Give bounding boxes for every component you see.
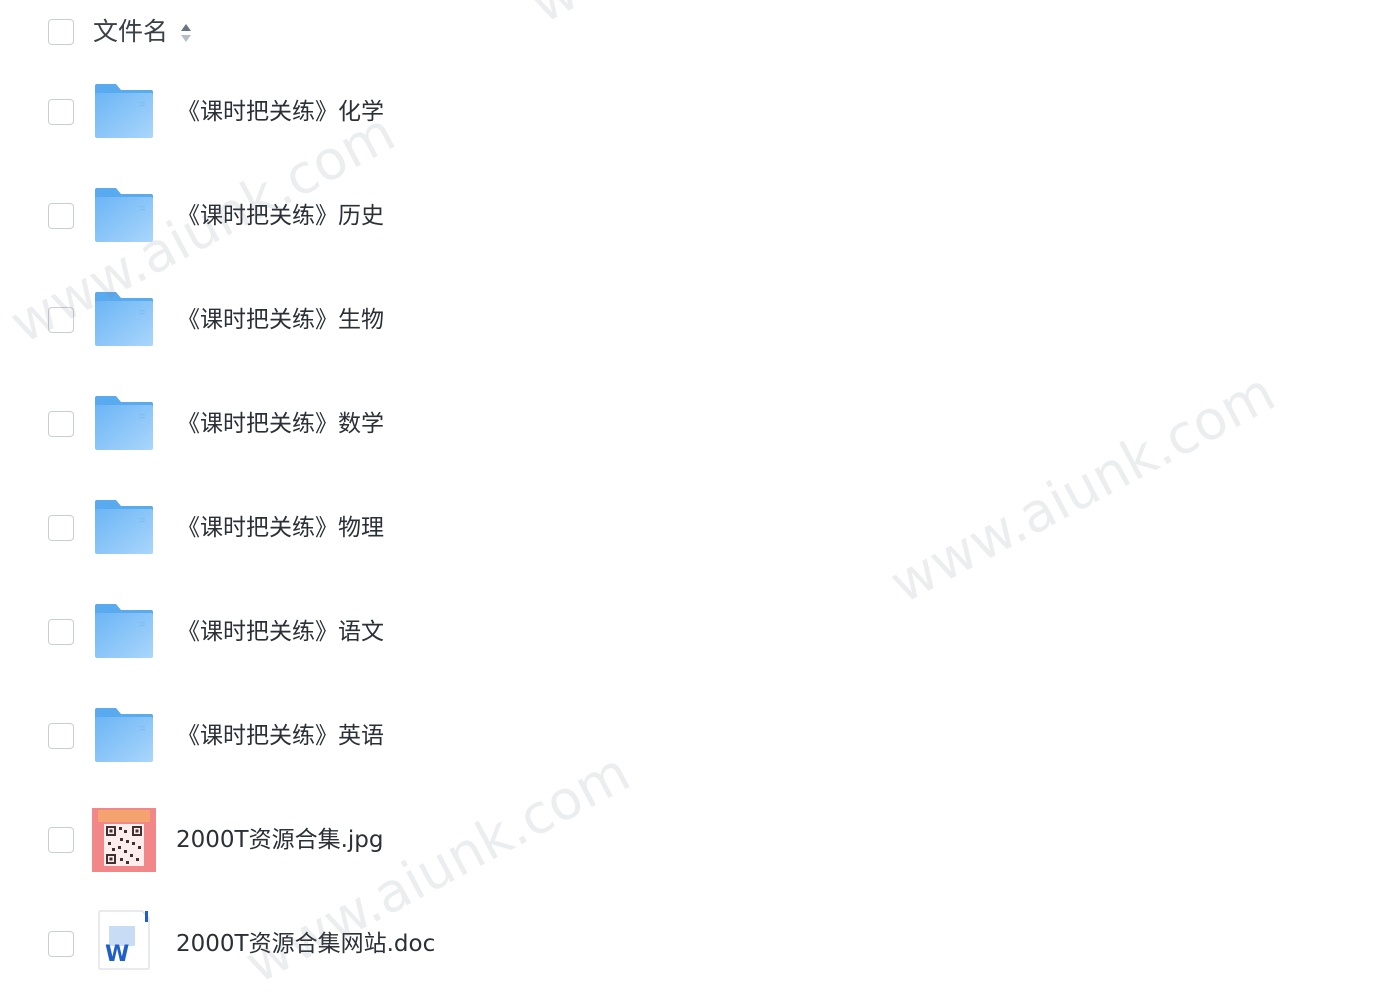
file-name[interactable]: 《课时把关练》历史 bbox=[177, 198, 384, 234]
word-letter: W bbox=[105, 942, 129, 967]
row-checkbox[interactable] bbox=[48, 723, 74, 749]
row-checkbox[interactable] bbox=[48, 203, 74, 229]
folder-icon bbox=[95, 188, 153, 242]
image-thumbnail bbox=[92, 808, 156, 872]
column-header-filename[interactable]: 文件名 bbox=[93, 14, 168, 50]
qr-code-icon bbox=[104, 824, 144, 866]
folder-icon bbox=[95, 396, 153, 450]
list-item[interactable]: 《课时把关练》历史 bbox=[0, 164, 1384, 268]
folder-icon bbox=[95, 604, 153, 658]
folder-icon bbox=[95, 292, 153, 346]
list-item[interactable]: 《课时把关练》语文 bbox=[0, 580, 1384, 684]
row-checkbox[interactable] bbox=[48, 99, 74, 125]
row-checkbox[interactable] bbox=[48, 307, 74, 333]
file-list-header: 文件名 bbox=[0, 0, 1384, 64]
file-name[interactable]: 《课时把关练》物理 bbox=[177, 510, 384, 546]
row-checkbox[interactable] bbox=[48, 411, 74, 437]
list-item[interactable]: 2000T资源合集.jpg bbox=[0, 784, 1384, 888]
thumbnail-banner bbox=[98, 810, 150, 822]
file-name[interactable]: 《课时把关练》数学 bbox=[177, 406, 384, 442]
file-name[interactable]: 《课时把关练》语文 bbox=[177, 614, 384, 650]
folder-icon bbox=[95, 708, 153, 762]
file-name[interactable]: 2000T资源合集.jpg bbox=[176, 822, 383, 858]
list-item[interactable]: 《课时把关练》数学 bbox=[0, 372, 1384, 476]
folder-icon bbox=[95, 500, 153, 554]
list-item[interactable]: 《课时把关练》英语 bbox=[0, 684, 1384, 788]
select-all-checkbox[interactable] bbox=[48, 19, 74, 45]
list-item[interactable]: 《课时把关练》化学 bbox=[0, 60, 1384, 164]
file-name[interactable]: 《课时把关练》生物 bbox=[177, 302, 384, 338]
folder-icon bbox=[95, 84, 153, 138]
list-item[interactable]: 《课时把关练》物理 bbox=[0, 476, 1384, 580]
row-checkbox[interactable] bbox=[48, 515, 74, 541]
file-name[interactable]: 2000T资源合集网站.doc bbox=[176, 926, 435, 962]
file-name[interactable]: 《课时把关练》英语 bbox=[177, 718, 384, 754]
row-checkbox[interactable] bbox=[48, 619, 74, 645]
word-document-icon: W bbox=[98, 910, 150, 970]
sort-icon[interactable] bbox=[179, 21, 193, 45]
row-checkbox[interactable] bbox=[48, 827, 74, 853]
list-item[interactable]: W 2000T资源合集网站.doc bbox=[0, 892, 1384, 996]
list-item[interactable]: 《课时把关练》生物 bbox=[0, 268, 1384, 372]
file-name[interactable]: 《课时把关练》化学 bbox=[177, 94, 384, 130]
row-checkbox[interactable] bbox=[48, 931, 74, 957]
